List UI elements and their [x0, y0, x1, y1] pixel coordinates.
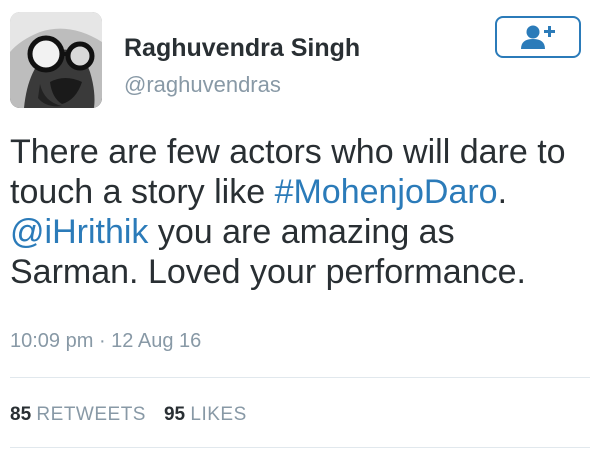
tweet-line: Sarman. Loved your performance. [10, 253, 526, 291]
divider [10, 447, 590, 448]
mention-link[interactable]: @iHrithik [10, 213, 148, 251]
retweets-label[interactable]: RETWEETS [36, 404, 146, 425]
tweet-text-segment: touch a story like [10, 173, 275, 211]
timestamp[interactable]: 10:09 pm · 12 Aug 16 [10, 330, 201, 353]
tweet-line: @iHrithik you are amazing as [10, 212, 595, 252]
likes-count[interactable]: 95 [164, 404, 185, 425]
engagement-stats: 85 RETWEETS 95 LIKES [10, 404, 247, 426]
tweet-card: Raghuvendra Singh @raghuvendras There ar… [0, 0, 600, 450]
retweets-count[interactable]: 85 [10, 404, 31, 425]
tweet-line: There are few actors who will dare to [10, 133, 566, 171]
tweet-line: touch a story like #MohenjoDaro. [10, 172, 595, 212]
tweet-text-segment: you are amazing as [148, 213, 455, 251]
likes-label[interactable]: LIKES [190, 404, 246, 425]
add-user-icon [521, 25, 555, 49]
follow-button[interactable] [495, 16, 581, 58]
hashtag-link[interactable]: #MohenjoDaro [275, 173, 498, 211]
user-handle[interactable]: @raghuvendras [124, 72, 281, 98]
display-name[interactable]: Raghuvendra Singh [124, 34, 360, 63]
divider [10, 377, 590, 378]
avatar-image [10, 12, 102, 108]
tweet-text-segment: . [497, 173, 508, 211]
tweet-text: There are few actors who will dare to to… [10, 132, 595, 292]
avatar[interactable] [10, 12, 102, 108]
